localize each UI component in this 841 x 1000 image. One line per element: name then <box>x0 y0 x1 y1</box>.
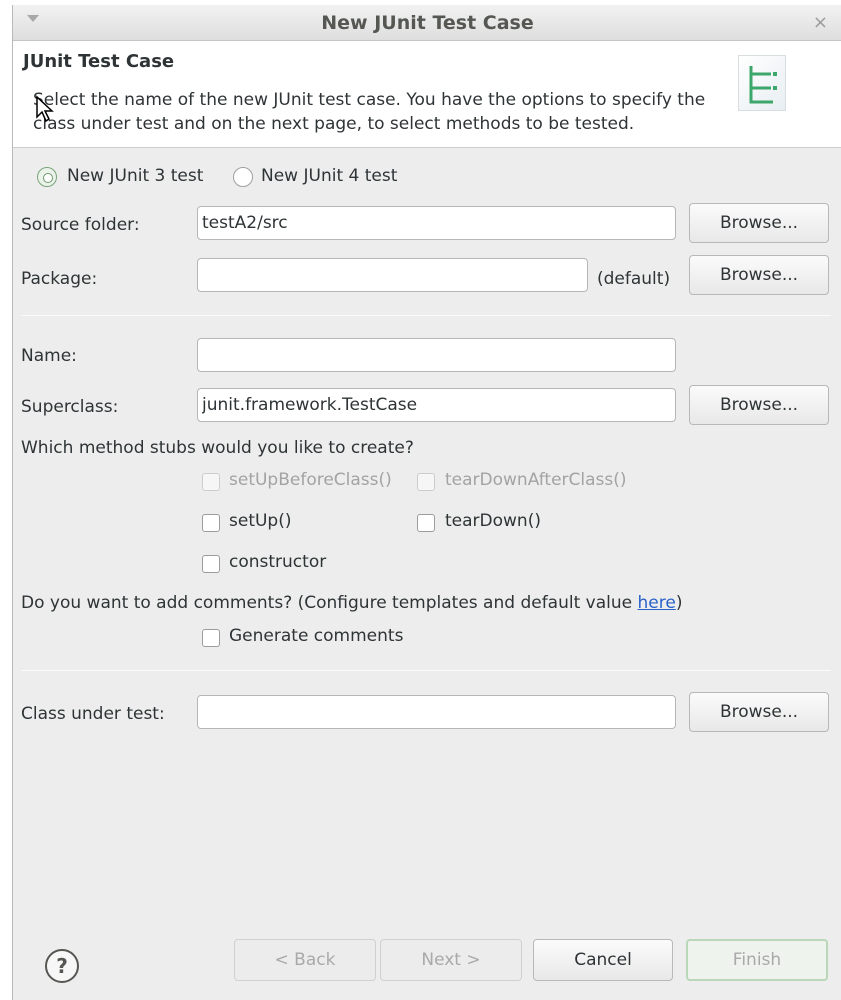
mouse-cursor-icon <box>35 95 55 128</box>
configure-templates-link[interactable]: here <box>638 593 676 613</box>
title-bar: New JUnit Test Case × <box>13 5 841 41</box>
source-folder-input[interactable] <box>197 206 676 240</box>
banner-title: JUnit Test Case <box>23 51 175 72</box>
window-title: New JUnit Test Case <box>321 12 534 34</box>
name-input[interactable] <box>197 338 676 372</box>
setup-checkbox[interactable] <box>202 514 220 532</box>
teardown-after-class-label: tearDownAfterClass() <box>445 470 627 490</box>
teardown-label[interactable]: tearDown() <box>445 511 541 531</box>
comments-question-text: Do you want to add comments? (Configure … <box>21 593 638 613</box>
source-folder-browse-button[interactable]: Browse... <box>689 203 829 243</box>
finish-button[interactable]: Finish <box>686 939 828 981</box>
setup-before-class-checkbox[interactable] <box>202 473 220 491</box>
superclass-browse-button[interactable]: Browse... <box>689 385 829 425</box>
separator <box>21 315 831 316</box>
help-icon[interactable]: ? <box>45 949 79 983</box>
junit3-label[interactable]: New JUnit 3 test <box>67 166 203 186</box>
separator <box>21 670 831 671</box>
package-input[interactable] <box>197 258 588 292</box>
constructor-label[interactable]: constructor <box>229 552 326 572</box>
source-folder-label: Source folder: <box>21 215 140 235</box>
class-under-test-input[interactable] <box>197 695 676 729</box>
new-junit-test-case-dialog: New JUnit Test Case × JUnit Test Case Se… <box>12 5 841 1000</box>
teardown-after-class-checkbox[interactable] <box>417 473 435 491</box>
wizard-banner: JUnit Test Case Select the name of the n… <box>13 41 841 148</box>
cancel-button[interactable]: Cancel <box>533 939 673 981</box>
comments-question-close: ) <box>675 593 683 613</box>
package-browse-button[interactable]: Browse... <box>689 255 829 295</box>
setup-label[interactable]: setUp() <box>229 511 291 531</box>
next-button[interactable]: Next > <box>380 939 522 981</box>
package-default-hint: (default) <box>597 269 671 289</box>
superclass-label: Superclass: <box>21 397 119 417</box>
method-stubs-question: Which method stubs would you like to cre… <box>21 438 414 458</box>
generate-comments-checkbox[interactable] <box>202 629 220 647</box>
banner-description: Select the name of the new JUnit test ca… <box>33 90 706 134</box>
superclass-input[interactable] <box>197 388 676 422</box>
comments-question: Do you want to add comments? (Configure … <box>21 593 682 613</box>
junit4-label[interactable]: New JUnit 4 test <box>261 166 397 186</box>
class-under-test-browse-button[interactable]: Browse... <box>689 692 829 732</box>
generate-comments-label[interactable]: Generate comments <box>229 626 403 646</box>
back-button[interactable]: < Back <box>234 939 376 981</box>
name-label: Name: <box>21 346 77 366</box>
junit4-radio[interactable] <box>233 167 253 187</box>
close-icon[interactable]: × <box>813 12 828 33</box>
class-under-test-label: Class under test: <box>21 704 165 724</box>
package-label: Package: <box>21 269 98 289</box>
setup-before-class-label: setUpBeforeClass() <box>229 470 392 490</box>
teardown-checkbox[interactable] <box>417 514 435 532</box>
constructor-checkbox[interactable] <box>202 555 220 573</box>
junit-wizard-icon <box>738 55 786 111</box>
junit3-radio[interactable] <box>37 167 57 187</box>
